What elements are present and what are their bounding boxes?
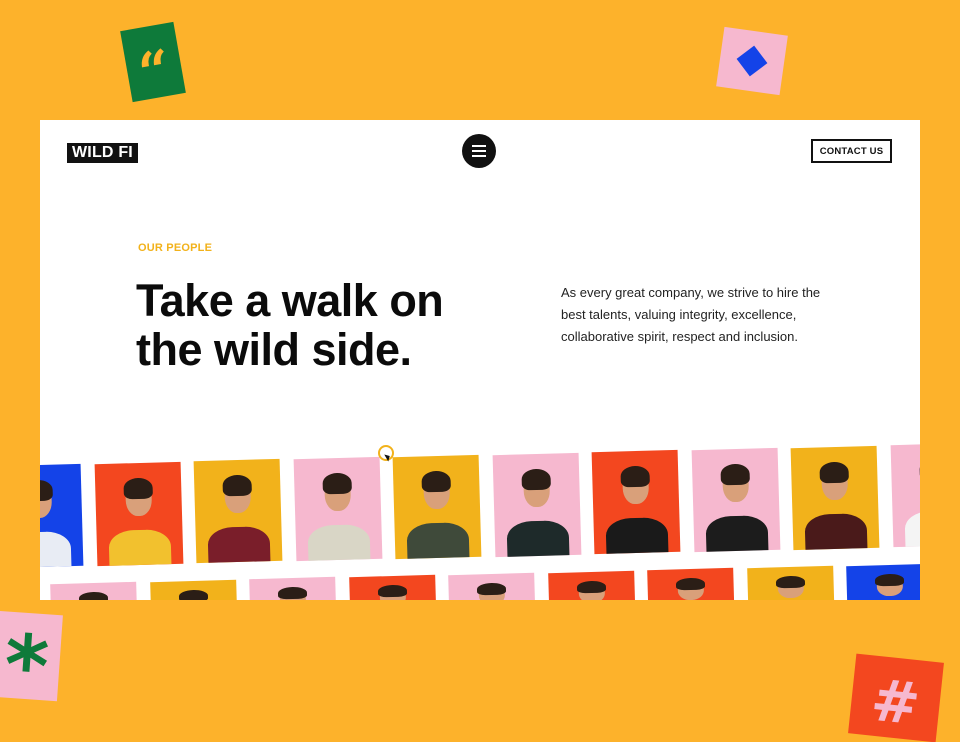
section-eyebrow: OUR PEOPLE: [138, 242, 213, 254]
person-hair: [78, 591, 109, 600]
team-member-photo[interactable]: [293, 456, 382, 562]
team-member-photo[interactable]: [249, 577, 337, 600]
person-hair: [277, 586, 308, 600]
team-member-photo[interactable]: [591, 450, 681, 555]
hash-sticker: #: [848, 653, 944, 742]
website-page: WILD FI CONTACT US OUR PEOPLE Take a wal…: [40, 120, 920, 600]
team-member-photo[interactable]: [348, 574, 437, 600]
quote-icon: “: [133, 36, 176, 106]
person-body: [506, 519, 570, 557]
team-member-photo[interactable]: [492, 452, 581, 557]
asterisk-sticker: *: [0, 610, 63, 716]
team-member-photo[interactable]: [149, 579, 238, 600]
team-member-photo[interactable]: [40, 463, 84, 569]
hero-headline: Take a walk on the wild side.: [136, 276, 536, 374]
person-hair: [819, 461, 850, 483]
person-hair: [520, 468, 551, 490]
hamburger-menu-icon: [472, 150, 486, 152]
team-member-photo[interactable]: [890, 443, 920, 548]
headline-line-1: Take a walk on: [136, 275, 444, 326]
person-body: [307, 524, 371, 562]
team-member-photo[interactable]: [846, 563, 920, 600]
contact-us-button[interactable]: CONTACT US: [811, 139, 892, 163]
person-hair: [476, 582, 507, 596]
person-hair: [675, 577, 706, 591]
person-hair: [775, 575, 805, 589]
team-member-photo[interactable]: [448, 572, 536, 600]
logo[interactable]: WILD FI: [67, 143, 138, 163]
hamburger-menu-icon: [472, 145, 486, 147]
asterisk-icon: *: [0, 615, 52, 717]
person-hair: [178, 589, 208, 600]
headline-line-2: the wild side.: [136, 324, 412, 375]
team-member-photo[interactable]: [392, 454, 482, 559]
hamburger-menu-icon: [472, 155, 486, 157]
person-hair: [620, 466, 651, 488]
person-body: [804, 513, 868, 550]
team-member-photo[interactable]: [193, 459, 283, 564]
team-member-photo[interactable]: [746, 565, 835, 600]
team-member-photo[interactable]: [790, 445, 880, 550]
person-body: [705, 515, 769, 553]
person-body: [207, 526, 271, 564]
person-hair: [874, 573, 905, 587]
quote-sticker: “: [120, 21, 186, 106]
team-member-photo[interactable]: [50, 581, 138, 600]
diamond-icon: [736, 45, 768, 77]
team-member-photo[interactable]: [647, 567, 735, 600]
person-hair: [377, 584, 407, 598]
mouse-cursor-icon: [378, 445, 394, 461]
menu-button[interactable]: [462, 134, 496, 168]
hash-icon: #: [867, 665, 924, 739]
person-hair: [222, 475, 253, 497]
person-body: [605, 517, 669, 555]
team-member-photo[interactable]: [94, 461, 183, 566]
person-body: [406, 522, 470, 559]
person-body: [904, 510, 920, 548]
person-body: [108, 529, 172, 566]
team-member-photo[interactable]: [691, 447, 780, 553]
person-hair: [421, 470, 452, 492]
person-hair: [719, 463, 750, 485]
person-hair: [576, 580, 606, 593]
person-hair: [918, 459, 920, 481]
team-member-photo[interactable]: [547, 570, 636, 600]
diamond-sticker: [716, 26, 788, 96]
person-hair: [321, 472, 352, 495]
person-hair: [122, 477, 153, 499]
hero-intro: As every great company, we strive to hir…: [561, 285, 821, 344]
person-body: [40, 531, 72, 569]
